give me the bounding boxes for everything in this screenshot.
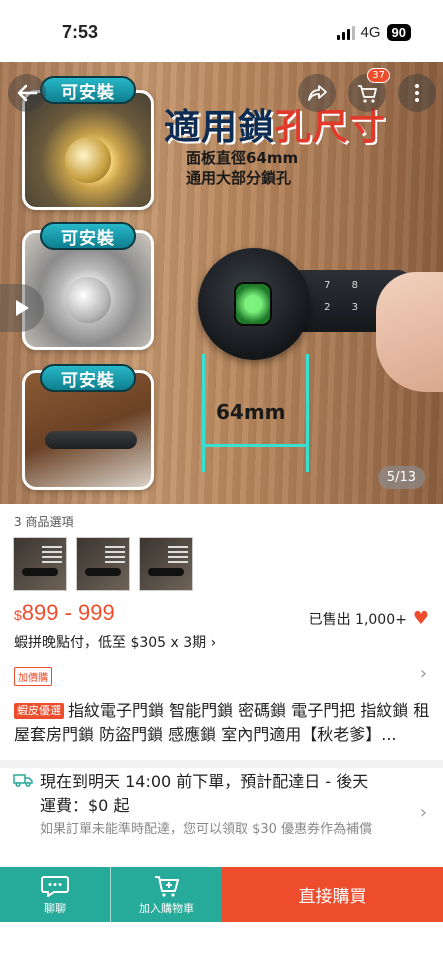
status-indicators: 4G 90	[336, 24, 411, 41]
add-cart-label: 加入購物車	[139, 901, 194, 915]
sold-count: 已售出 1,000+ ♥	[309, 608, 429, 629]
image-page-indicator: 5/13	[377, 466, 425, 489]
hero-toolbar: 37	[0, 62, 443, 126]
chat-icon	[41, 875, 69, 897]
keypad-digit: 2	[324, 302, 331, 313]
currency-symbol: $	[14, 607, 22, 623]
sold-text: 已售出 1,000+	[308, 611, 407, 628]
add-cart-icon	[154, 875, 179, 897]
delivery-guarantee-note: 如果訂單未能準時配達，您可以領取 $30 優惠券作為補償	[40, 822, 373, 837]
measure-line	[306, 354, 309, 472]
price: $899 - 999	[14, 600, 115, 626]
addon-deal-tag[interactable]: 加價購	[14, 667, 52, 686]
option-thumbnail[interactable]	[13, 537, 67, 591]
hero-subtitle: 面板直徑64mm 通用大部分鎖孔	[186, 148, 298, 188]
keypad-digit: 3	[351, 302, 358, 313]
delivery-estimate[interactable]: 現在到明天 14:00 前下單，預計配達日 - 後天	[40, 770, 368, 794]
hero-subtitle-line: 通用大部分鎖孔	[186, 169, 292, 187]
keypad-digit: 8	[351, 280, 358, 291]
battery-icon: 90	[386, 24, 411, 41]
options-label: 3 商品選項	[14, 515, 74, 529]
back-button[interactable]	[8, 74, 46, 112]
option-thumbnail[interactable]	[139, 537, 193, 591]
network-type: 4G	[360, 24, 381, 41]
share-icon	[308, 85, 327, 101]
signal-icon	[336, 25, 355, 40]
product-image-carousel[interactable]: 可安裝 可安裝 可安裝 適用鎖孔尺寸 面板直徑64mm 通用大部分鎖孔 6 7 …	[0, 62, 443, 504]
buy-now-button[interactable]: 直接購買	[222, 867, 443, 922]
hero-subtitle-line: 面板直徑64mm	[186, 149, 299, 167]
chevron-right-icon[interactable]: ›	[420, 663, 427, 684]
cart-count-badge: 37	[367, 68, 390, 83]
status-time: 7:53	[62, 22, 99, 42]
smart-lock-body	[198, 248, 310, 360]
preferred-seller-badge: 蝦皮優選	[14, 703, 64, 719]
truck-icon	[13, 774, 33, 788]
install-label: 可安裝	[40, 364, 136, 392]
status-bar: 7:53 4G 90	[0, 0, 443, 62]
add-to-cart-button[interactable]: 加入購物車	[110, 867, 222, 922]
keypad-digit: 7	[324, 280, 331, 291]
measure-line	[202, 444, 309, 447]
product-title: 蝦皮優選 指紋電子門鎖 智能門鎖 密碼鎖 電子門把 指紋鎖 租屋套房門鎖 防盜門鎖…	[14, 699, 432, 747]
chat-label: 聊聊	[44, 901, 66, 915]
chevron-right-icon[interactable]: ›	[420, 802, 427, 823]
product-title-text: 指紋電子門鎖 智能門鎖 密碼鎖 電子門把 指紋鎖 租屋套房門鎖 防盜門鎖 感應鎖…	[14, 701, 430, 744]
option-thumbnail[interactable]	[76, 537, 130, 591]
shipping-fee: 運費：$0 起	[40, 796, 130, 815]
fingerprint-sensor	[234, 282, 272, 326]
more-vertical-icon	[415, 84, 419, 102]
measure-line	[202, 354, 205, 472]
chat-button[interactable]: 聊聊	[0, 867, 110, 922]
install-label: 可安裝	[40, 222, 136, 250]
like-heart-icon[interactable]: ♥	[413, 608, 429, 629]
cart-button[interactable]: 37	[348, 68, 390, 112]
back-arrow-icon	[17, 84, 38, 102]
play-icon	[16, 300, 29, 316]
share-button[interactable]	[298, 74, 336, 112]
bottom-action-bar: 聊聊 加入購物車 直接購買	[0, 867, 443, 922]
price-range: 899 - 999	[21, 600, 115, 625]
installment-info[interactable]: 蝦拼晚點付，低至 $305 x 3期 ›	[14, 632, 216, 652]
more-button[interactable]	[398, 74, 436, 112]
dimension-label: 64mm	[216, 400, 286, 424]
section-divider	[0, 760, 443, 768]
cart-icon	[358, 85, 377, 103]
